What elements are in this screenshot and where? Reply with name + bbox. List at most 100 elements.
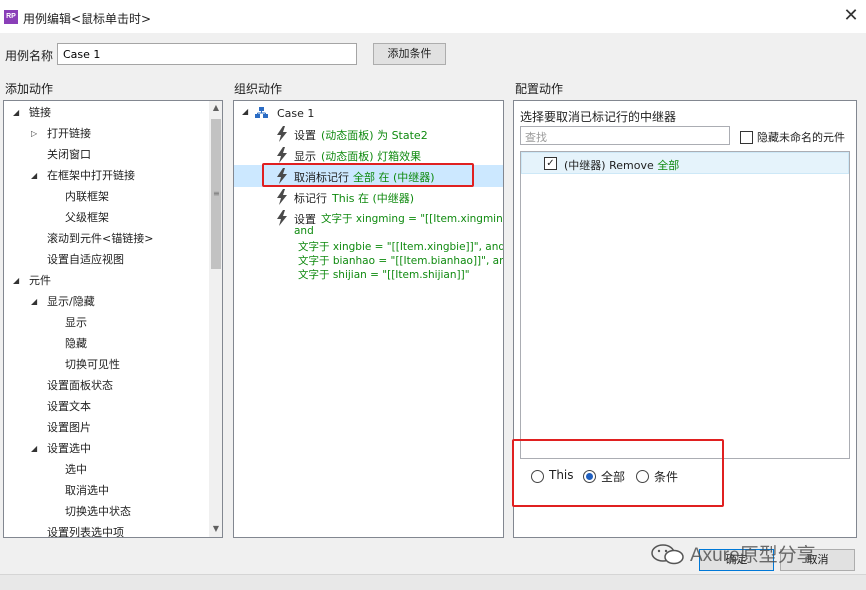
organize-action-heading: 组织动作 — [234, 82, 283, 96]
tree-item-label: 显示/隐藏 — [47, 295, 95, 308]
scroll-up-arrow-icon[interactable]: ▲ — [209, 101, 222, 115]
repeater-checkbox[interactable]: ✓ — [544, 157, 557, 170]
case-name-label: 用例名称 — [5, 49, 54, 63]
highlight-box-radios — [512, 439, 724, 507]
tree-item[interactable]: 设置图片 — [4, 417, 204, 438]
window-title: 用例编辑<鼠标单击时> — [23, 12, 152, 26]
tree-item[interactable]: ◢ 显示/隐藏 — [4, 291, 204, 312]
tree-item-label: 设置自适应视图 — [47, 253, 124, 266]
scroll-down-arrow-icon[interactable]: ▼ — [209, 522, 222, 536]
tree-item[interactable]: 切换可见性 — [4, 354, 204, 375]
action-verb: 设置 — [294, 129, 316, 142]
set-text-line-3: 文字于 xingbie = "[[Item.xingbie]]", and — [298, 241, 504, 253]
add-condition-button[interactable]: 添加条件 — [373, 43, 446, 65]
tree-item[interactable]: 取消选中 — [4, 480, 204, 501]
scroll-grip-icon: ≡ — [213, 189, 220, 198]
repeater-list: ✓ (中继器) Remove 全部 — [520, 151, 850, 459]
expand-triangle-icon[interactable]: ◢ — [31, 291, 37, 312]
action-row[interactable]: 显示 (动态面板) 灯箱效果 — [234, 145, 503, 165]
set-text-line-1: 文字于 xingming = "[[Item.xingming]]", — [321, 213, 503, 225]
list-item-prefix: (中继器) Remove — [564, 159, 658, 172]
tree-item-label: 切换选中状态 — [65, 505, 131, 518]
tree-item[interactable]: 显示 — [4, 312, 204, 333]
tree-item[interactable]: 关闭窗口 — [4, 144, 204, 165]
configure-action-heading: 配置动作 — [515, 82, 564, 96]
tree-item-label: 隐藏 — [65, 337, 87, 350]
tree-item-label: 滚动到元件<锚链接> — [47, 232, 154, 245]
expand-triangle-icon[interactable]: ◢ — [13, 270, 19, 291]
tree-item[interactable]: ◢ 元件 — [4, 270, 204, 291]
set-text-line-4: 文字于 bianhao = "[[Item.bianhao]]", and — [298, 255, 504, 267]
tree-item-label: 元件 — [29, 274, 51, 287]
lightning-bolt-icon — [277, 210, 287, 226]
tree-item-label: 选中 — [65, 463, 87, 476]
tree-item-label: 切换可见性 — [65, 358, 120, 371]
expand-triangle-icon[interactable]: ◢ — [13, 102, 19, 123]
title-bar: RP 用例编辑<鼠标单击时> ✕ — [0, 0, 866, 33]
tree-item[interactable]: 选中 — [4, 459, 204, 480]
bottom-strip — [0, 574, 866, 590]
tree-item-label: 设置列表选中项 — [47, 526, 124, 538]
case-node[interactable]: ◢ Case 1 — [234, 104, 503, 122]
highlight-box-action — [262, 163, 474, 187]
wechat-watermark-icon — [651, 544, 684, 565]
list-item-highlight: 全部 — [657, 159, 680, 172]
hide-unnamed-label: 隐藏未命名的元件 — [757, 131, 845, 144]
expand-triangle-icon[interactable]: ◢ — [242, 107, 248, 116]
tree-item[interactable]: 设置面板状态 — [4, 375, 204, 396]
tree-item[interactable]: 内联框架 — [4, 186, 204, 207]
tree-item-label: 链接 — [29, 106, 51, 119]
tree-item[interactable]: ◢ 链接 — [4, 102, 204, 123]
lightning-bolt-icon — [277, 126, 287, 142]
close-button[interactable]: ✕ — [836, 3, 866, 29]
tree-item-label: 设置图片 — [47, 421, 91, 434]
collapsed-triangle-icon[interactable]: ▷ — [31, 123, 37, 144]
add-action-heading: 添加动作 — [5, 82, 54, 96]
lightning-bolt-icon — [277, 189, 287, 205]
watermark-text: Axure原型分享 — [690, 545, 816, 566]
tree-item[interactable]: 设置自适应视图 — [4, 249, 204, 270]
action-row-set-text[interactable]: 设置 文字于 xingming = "[[Item.xingming]]", a… — [234, 208, 504, 281]
tree-item-label: 设置选中 — [47, 442, 91, 455]
scroll-thumb[interactable]: ≡ — [211, 119, 221, 269]
tree-item[interactable]: 切换选中状态 — [4, 501, 204, 522]
hide-unnamed-checkbox[interactable] — [740, 131, 753, 144]
search-input[interactable]: 查找 — [520, 126, 730, 145]
tree-item[interactable]: 父级框架 — [4, 207, 204, 228]
tree-item[interactable]: ▷ 打开链接 — [4, 123, 204, 144]
case-name-label: Case 1 — [277, 107, 315, 120]
action-verb: 显示 — [294, 150, 316, 163]
tree-scrollbar[interactable]: ▲ ≡ ▼ — [209, 101, 222, 537]
action-detail: (动态面板) 灯箱效果 — [321, 150, 422, 163]
set-text-line-2: and — [294, 225, 314, 237]
add-action-tree: ◢ 链接 ▷ 打开链接 关闭窗口 ◢ 在框架中打开链接 内联框架 父级框架 滚动到元件<锚链接> 设… — [3, 100, 223, 538]
tree-item[interactable]: ◢ 在框架中打开链接 — [4, 165, 204, 186]
tree-item-label: 打开链接 — [47, 127, 91, 140]
lightning-bolt-icon — [277, 147, 287, 163]
action-detail: This 在 (中继器) — [332, 192, 415, 205]
list-item[interactable]: ✓ (中继器) Remove 全部 — [521, 152, 849, 174]
tree-item-label: 设置文本 — [47, 400, 91, 413]
list-item-label: (中继器) Remove 全部 — [564, 157, 679, 173]
tree-item-label: 内联框架 — [65, 190, 109, 203]
tree-item[interactable]: ◢ 设置选中 — [4, 438, 204, 459]
tree-item[interactable]: 设置列表选中项 — [4, 522, 204, 538]
tree-item-label: 取消选中 — [65, 484, 109, 497]
expand-triangle-icon[interactable]: ◢ — [31, 165, 37, 186]
tree-item[interactable]: 滚动到元件<锚链接> — [4, 228, 204, 249]
tree-item-label: 在框架中打开链接 — [47, 169, 135, 182]
tree-item-label: 显示 — [65, 316, 87, 329]
case-name-input[interactable] — [57, 43, 357, 65]
axure-app-icon: RP — [4, 10, 18, 24]
action-detail: (动态面板) 为 State2 — [321, 129, 428, 142]
tree-item[interactable]: 设置文本 — [4, 396, 204, 417]
action-verb: 标记行 — [294, 192, 327, 205]
set-text-line-5: 文字于 shijian = "[[Item.shijian]]" — [298, 269, 470, 281]
action-row[interactable]: 标记行 This 在 (中继器) — [234, 187, 503, 207]
expand-triangle-icon[interactable]: ◢ — [31, 438, 37, 459]
tree-item-label: 父级框架 — [65, 211, 109, 224]
configure-title: 选择要取消已标记行的中继器 — [520, 110, 677, 124]
case-tree-icon — [255, 107, 268, 118]
action-row[interactable]: 设置 (动态面板) 为 State2 — [234, 124, 503, 144]
tree-item[interactable]: 隐藏 — [4, 333, 204, 354]
